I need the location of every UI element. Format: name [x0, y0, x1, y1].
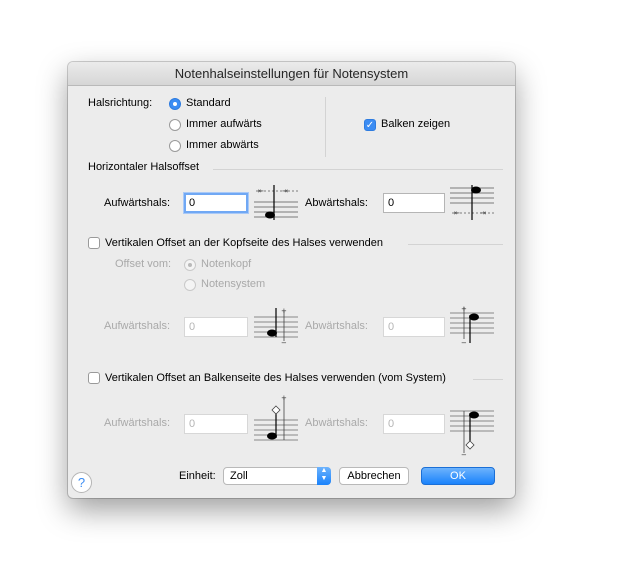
stem-horizontal-down-icon: ⇤ ⇥ [450, 185, 494, 220]
h-down-label: Abwärtshals: [305, 197, 368, 209]
radio-always-up[interactable] [169, 119, 181, 131]
horizontal-heading: Horizontaler Halsoffset [88, 161, 200, 173]
stem-beam-down-icon: − [450, 410, 494, 457]
radio-staff-label[interactable]: Notensystem [201, 278, 265, 290]
beam-side-checkbox[interactable] [88, 372, 100, 384]
beams-label[interactable]: Balken zeigen [381, 118, 450, 130]
head-side-label[interactable]: Vertikalen Offset an der Kopfseite des H… [105, 237, 383, 249]
radio-staff[interactable] [184, 279, 196, 291]
head-down-label: Abwärtshals: [305, 320, 368, 332]
svg-text:−: − [281, 339, 287, 345]
svg-text:+: + [281, 307, 287, 315]
beam-down-label: Abwärtshals: [305, 417, 368, 429]
radio-notehead-label[interactable]: Notenkopf [201, 258, 251, 270]
svg-text:⇥: ⇥ [480, 209, 486, 217]
svg-text:−: − [461, 339, 467, 345]
vertical-separator [325, 97, 326, 157]
head-up-input[interactable] [184, 317, 248, 337]
cancel-button[interactable]: Abbrechen [339, 467, 409, 485]
beams-checkbox[interactable]: ✓ [364, 119, 376, 131]
beam-down-input[interactable] [383, 414, 445, 434]
head-up-label: Aufwärtshals: [104, 320, 171, 332]
svg-text:−: − [461, 451, 467, 457]
beam-side-label[interactable]: Vertikalen Offset an Balkenseite des Hal… [105, 372, 446, 384]
radio-always-down-label[interactable]: Immer abwärts [186, 139, 259, 151]
help-icon[interactable]: ? [71, 472, 92, 493]
unit-select[interactable]: Zoll ▲ ▼ [223, 467, 331, 485]
stem-horizontal-up-icon: ⇤ ⇥ [254, 185, 298, 220]
svg-text:⇥: ⇥ [282, 187, 288, 195]
ok-button[interactable]: OK [421, 467, 495, 485]
stem-beam-up-icon: + [254, 394, 298, 441]
radio-notehead[interactable] [184, 259, 196, 271]
radio-standard-label[interactable]: Standard [186, 97, 231, 109]
unit-select-value: Zoll [230, 470, 248, 482]
horizontal-divider [213, 169, 503, 170]
h-down-input[interactable] [383, 193, 445, 213]
stem-head-down-icon: + − [450, 305, 494, 345]
h-up-input[interactable] [184, 193, 248, 213]
unit-label: Einheit: [179, 470, 216, 482]
h-up-label: Aufwärtshals: [104, 197, 171, 209]
stem-settings-dialog: Notenhalseinstellungen für Notensystem H… [68, 62, 515, 498]
beam-side-divider [473, 379, 503, 380]
radio-standard[interactable] [169, 98, 181, 110]
direction-label: Halsrichtung: [88, 97, 153, 109]
head-side-divider [408, 244, 503, 245]
svg-text:⇤: ⇤ [258, 187, 264, 195]
svg-text:+: + [461, 305, 467, 313]
stem-head-up-icon: + − [254, 307, 298, 345]
window-title: Notenhalseinstellungen für Notensystem [68, 62, 515, 86]
head-side-checkbox[interactable] [88, 237, 100, 249]
svg-text:+: + [281, 394, 287, 402]
head-down-input[interactable] [383, 317, 445, 337]
svg-text:⇤: ⇤ [454, 209, 460, 217]
popup-arrows-icon: ▲ ▼ [317, 467, 331, 485]
beam-up-label: Aufwärtshals: [104, 417, 171, 429]
radio-always-up-label[interactable]: Immer aufwärts [186, 118, 262, 130]
beam-up-input[interactable] [184, 414, 248, 434]
radio-always-down[interactable] [169, 140, 181, 152]
offset-from-label: Offset vom: [115, 258, 172, 270]
